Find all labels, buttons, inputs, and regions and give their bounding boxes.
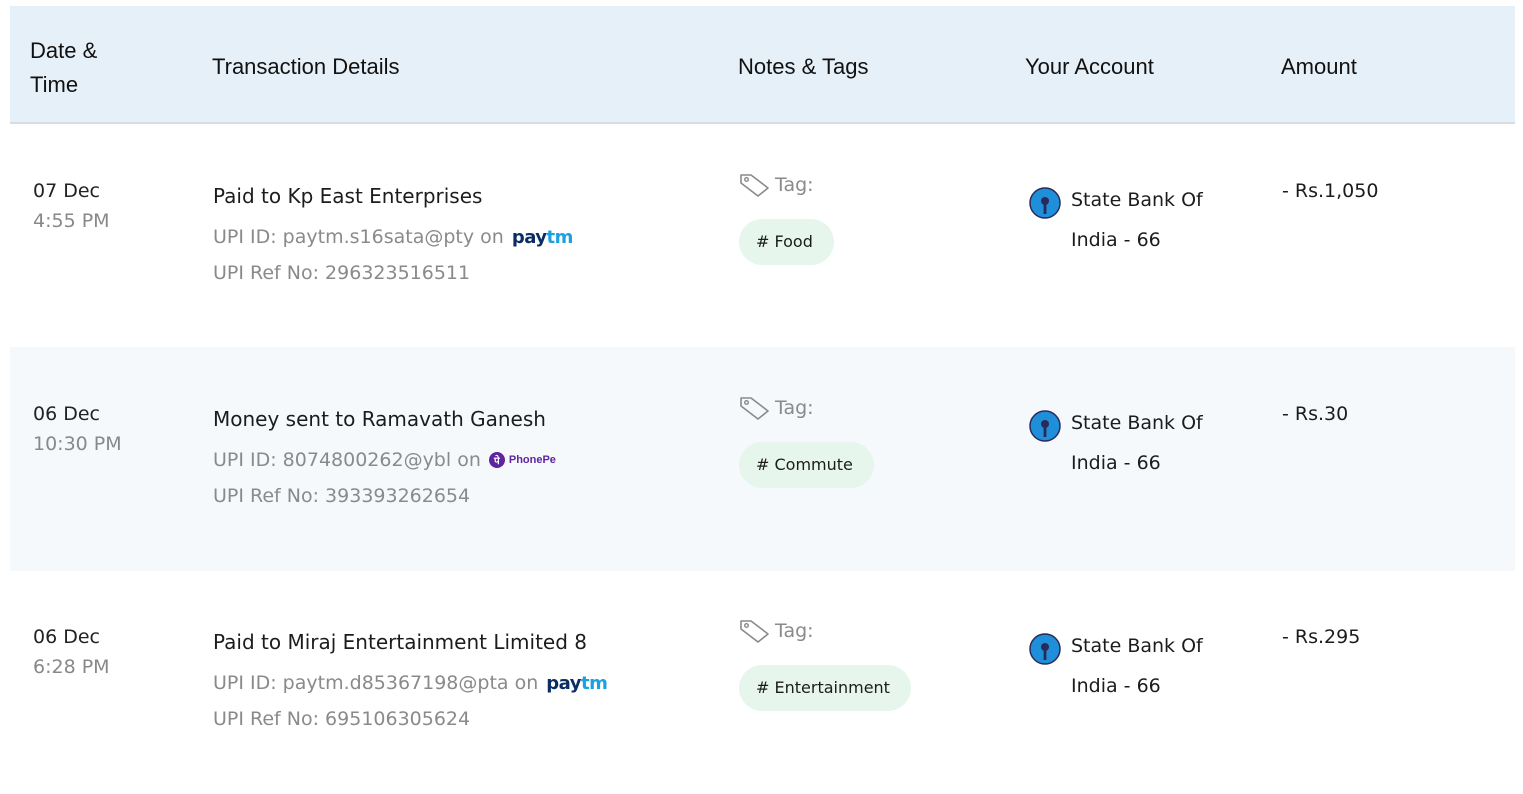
upi-id-line: UPI ID: 8074800262@ybl on पे PhonePe [213,449,556,471]
transaction-date: 06 Dec [33,403,100,425]
paytm-logo-tm: tm [546,226,574,248]
transaction-date: 07 Dec [33,180,100,202]
transaction-row[interactable]: 07 Dec 4:55 PM Paid to Kp East Enterpris… [10,124,1515,348]
transaction-title[interactable]: Money sent to Ramavath Ganesh [213,407,546,431]
header-your-account: Your Account [1025,54,1154,79]
upi-id-line: UPI ID: paytm.s16sata@pty on paytm [213,226,573,248]
table-header: Date & Time Transaction Details Notes & … [10,6,1515,124]
phonepe-logo: पे PhonePe [488,452,556,468]
transaction-time: 4:55 PM [33,210,110,232]
tag-label[interactable]: Tag: [737,172,814,198]
tag-icon [740,620,769,643]
upi-id-text: UPI ID: paytm.s16sata@pty on [213,226,504,248]
transaction-row[interactable]: 06 Dec 10:30 PM Money sent to Ramavath G… [10,347,1515,571]
upi-ref-line: UPI Ref No: 296323516511 [213,262,471,284]
transaction-amount: - Rs.1,050 [1282,180,1379,202]
transaction-title[interactable]: Paid to Kp East Enterprises [213,184,482,208]
upi-id-line: UPI ID: paytm.d85367198@pta on paytm [213,672,608,694]
sbi-bank-icon [1029,633,1061,665]
tag-icon [740,397,769,420]
paytm-logo-tm: tm [580,672,608,694]
transaction-date: 06 Dec [33,626,100,648]
account-name: State Bank Of India - 66 [1071,635,1203,697]
header-transaction-details: Transaction Details [212,54,400,79]
upi-id-text: UPI ID: 8074800262@ybl on [213,449,481,471]
sbi-bank-icon [1029,187,1061,219]
tag-label-text: Tag: [775,397,814,419]
paytm-logo: paytm [511,226,574,248]
tag-pill[interactable]: # Commute [739,442,874,488]
header-amount: Amount [1281,54,1357,79]
tag-pill[interactable]: # Food [739,219,834,265]
header-notes-tags: Notes & Tags [738,54,869,79]
paytm-logo: paytm [546,672,608,694]
transaction-time: 10:30 PM [33,433,122,455]
sbi-bank-icon [1029,410,1061,442]
phonepe-logo-glyph: पे [488,452,505,468]
transaction-amount: - Rs.30 [1282,403,1349,425]
upi-ref-line: UPI Ref No: 393393262654 [213,485,471,507]
account-name: State Bank Of India - 66 [1071,412,1203,474]
paytm-logo-pay: pay [546,672,581,694]
transaction-row[interactable]: 06 Dec 6:28 PM Paid to Miraj Entertainme… [10,570,1515,794]
phonepe-logo-text: PhonePe [508,454,556,466]
account-name: State Bank Of India - 66 [1071,189,1203,251]
upi-id-text: UPI ID: paytm.d85367198@pta on [213,672,539,694]
transaction-title[interactable]: Paid to Miraj Entertainment Limited 8 [213,630,587,654]
tag-label[interactable]: Tag: [737,395,814,421]
tag-label-text: Tag: [775,620,814,642]
paytm-logo-pay: pay [511,226,547,248]
tag-label[interactable]: Tag: [737,618,814,644]
transaction-time: 6:28 PM [33,656,110,678]
upi-ref-line: UPI Ref No: 695106305624 [213,708,471,730]
tag-icon [740,174,769,197]
transaction-amount: - Rs.295 [1282,626,1361,648]
header-date-time: Date & Time [30,38,98,97]
tag-pill[interactable]: # Entertainment [739,665,911,711]
tag-label-text: Tag: [775,174,814,196]
